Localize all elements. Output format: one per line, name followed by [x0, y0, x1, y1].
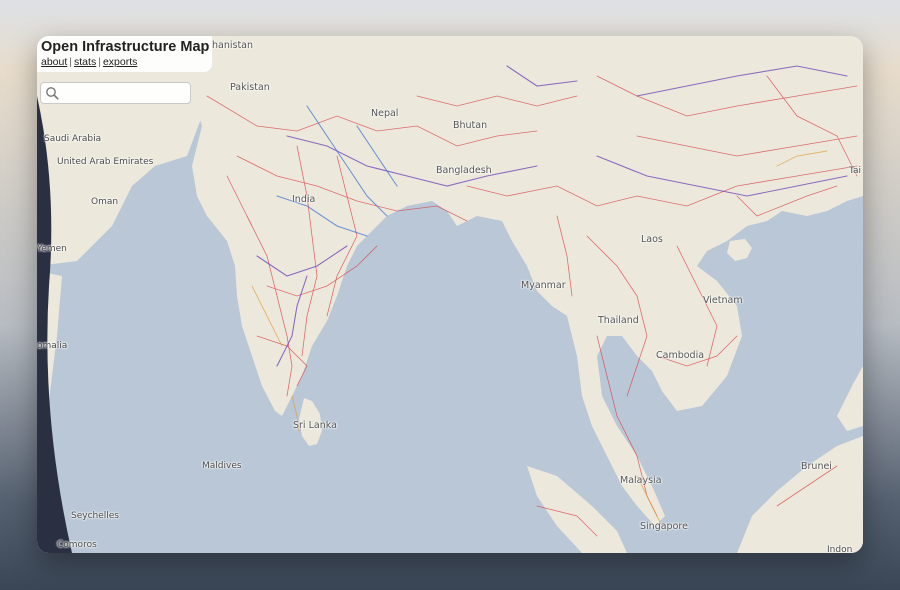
label-myanmar: Myanmar — [521, 280, 566, 291]
label-yemen: Yemen — [37, 244, 67, 254]
label-singapore: Singapore — [640, 521, 688, 532]
label-cambodia: Cambodia — [656, 350, 705, 361]
label-india: India — [292, 194, 316, 205]
stats-link[interactable]: stats — [74, 56, 96, 68]
label-brunei: Brunei — [801, 461, 832, 472]
link-separator: | — [98, 56, 101, 68]
label-saudi-arabia: Saudi Arabia — [44, 134, 102, 144]
search-box[interactable] — [40, 82, 191, 104]
label-sri-lanka: Sri Lanka — [293, 420, 337, 431]
label-uae: United Arab Emirates — [57, 157, 154, 167]
label-thailand: Thailand — [598, 315, 639, 326]
app-title: Open Infrastructure Map — [41, 39, 210, 55]
label-comoros: Comoros — [57, 540, 97, 550]
label-laos: Laos — [641, 234, 663, 245]
about-link[interactable]: about — [41, 56, 67, 68]
label-maldives: Maldives — [202, 461, 242, 471]
search-icon — [46, 87, 59, 100]
map-window: hanistan Pakistan Nepal Bhutan Banglades… — [37, 36, 863, 553]
search-input[interactable] — [63, 85, 191, 103]
label-afghanistan: hanistan — [212, 40, 254, 51]
label-nepal: Nepal — [371, 108, 399, 119]
label-taiwan: Tai — [849, 166, 862, 176]
label-bhutan: Bhutan — [453, 120, 488, 131]
nav-links: about | stats | exports — [41, 56, 212, 69]
label-oman: Oman — [91, 197, 119, 207]
label-pakistan: Pakistan — [230, 82, 270, 93]
label-indonesia: Indon — [827, 545, 853, 553]
label-bangladesh: Bangladesh — [436, 165, 492, 176]
exports-link[interactable]: exports — [103, 56, 137, 68]
label-vietnam: Vietnam — [703, 295, 743, 306]
label-seychelles: Seychelles — [71, 511, 119, 521]
info-panel: Open Infrastructure Map about | stats | expo… — [37, 36, 212, 72]
link-separator: | — [69, 56, 73, 68]
label-somalia: omalia — [37, 341, 68, 351]
label-malaysia: Malaysia — [620, 475, 662, 486]
